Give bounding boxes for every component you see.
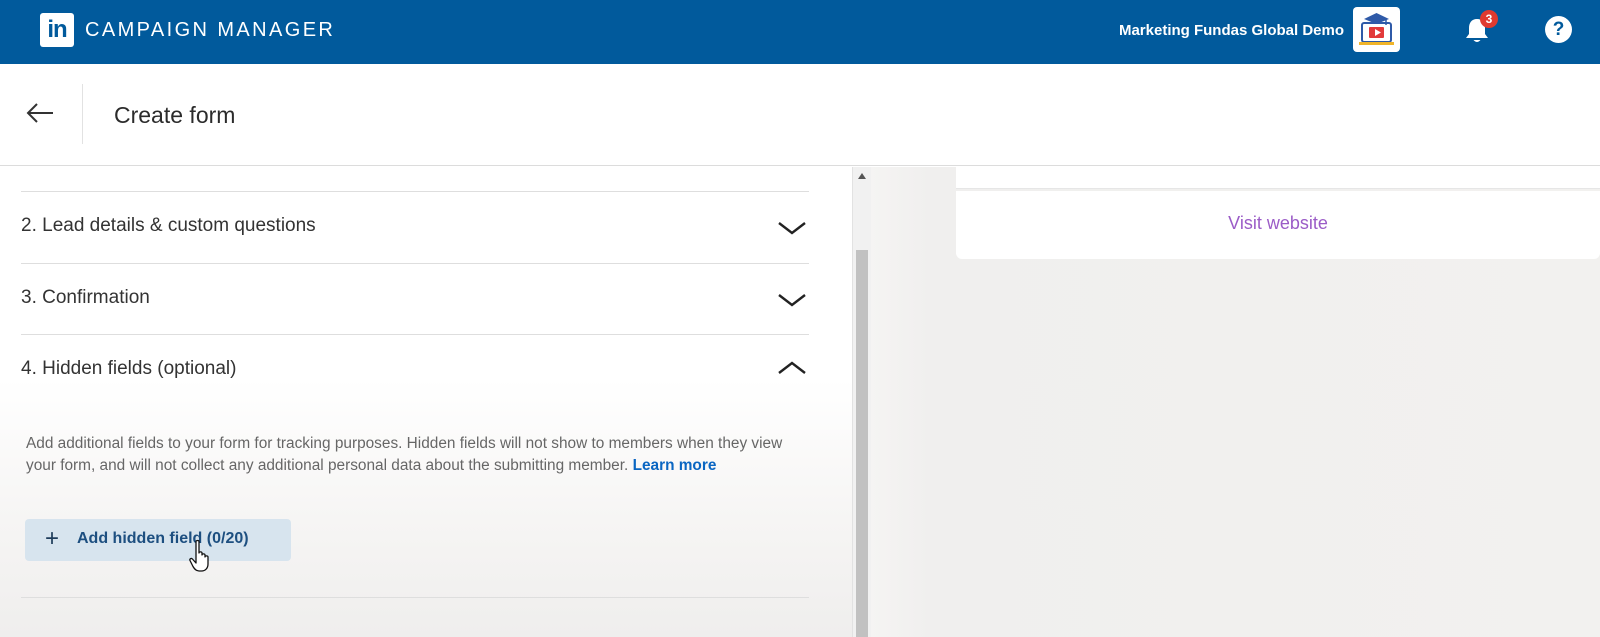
scrollbar-thumb[interactable] [856, 250, 868, 637]
plus-icon: + [45, 525, 60, 552]
top-navigation-bar: in CAMPAIGN MANAGER Marketing Fundas Glo… [0, 0, 1600, 64]
visit-website-link[interactable]: Visit website [956, 213, 1600, 234]
account-logo-icon [1359, 13, 1394, 45]
section-divider [21, 334, 809, 335]
add-hidden-field-button[interactable]: + Add hidden field (0/20) [25, 519, 291, 561]
notification-count-badge: 3 [1480, 10, 1498, 28]
section-lead-details-label[interactable]: 2. Lead details & custom questions [21, 215, 316, 237]
scroll-up-arrow-icon[interactable] [858, 173, 866, 179]
section-divider [21, 597, 809, 598]
section-divider [21, 263, 809, 264]
form-preview-panel: Visit website [871, 167, 1600, 637]
add-hidden-field-label: Add hidden field (0/20) [77, 530, 249, 547]
preview-confirmation-card: Visit website [956, 191, 1600, 259]
section-confirmation-label[interactable]: 3. Confirmation [21, 287, 150, 309]
app-title: CAMPAIGN MANAGER [85, 19, 336, 41]
preview-card-top [956, 167, 1600, 189]
hand-cursor-icon [189, 539, 209, 572]
form-sections-panel: 2. Lead details & custom questions 3. Co… [0, 167, 854, 637]
page-header: Create form [0, 64, 1600, 166]
header-divider [82, 84, 83, 144]
account-avatar[interactable] [1353, 7, 1400, 52]
page-title: Create form [114, 102, 236, 128]
account-name[interactable]: Marketing Fundas Global Demo [1119, 22, 1344, 39]
chevron-down-icon[interactable] [776, 219, 808, 237]
section-hidden-fields-label[interactable]: 4. Hidden fields (optional) [21, 358, 236, 380]
chevron-up-icon[interactable] [776, 359, 808, 377]
chevron-down-icon[interactable] [776, 291, 808, 309]
left-panel-scrollbar[interactable] [852, 167, 871, 637]
section-divider [21, 191, 809, 192]
hidden-fields-description: Add additional fields to your form for t… [26, 433, 796, 477]
linkedin-logo-icon[interactable]: in [40, 13, 74, 47]
help-icon[interactable]: ? [1545, 16, 1572, 43]
learn-more-link[interactable]: Learn more [633, 457, 717, 474]
back-arrow-icon[interactable] [24, 98, 56, 128]
